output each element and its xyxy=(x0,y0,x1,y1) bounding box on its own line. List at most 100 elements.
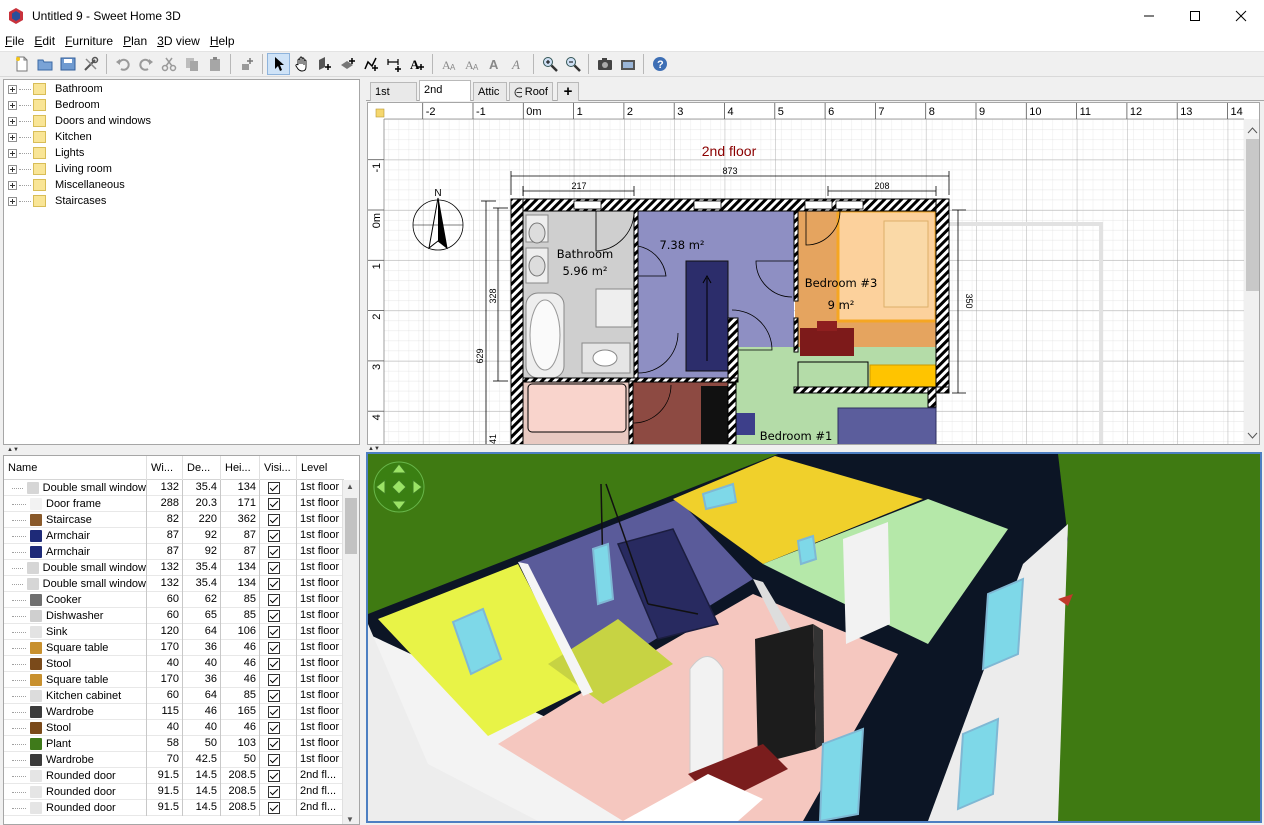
visible-checkbox[interactable] xyxy=(268,738,280,750)
visible-checkbox[interactable] xyxy=(268,658,280,670)
scroll-down-icon[interactable]: ▼ xyxy=(346,815,354,824)
visible-checkbox[interactable] xyxy=(268,674,280,686)
table-row[interactable]: Double small window 132 35.4 134 1st floor xyxy=(4,480,344,496)
table-row[interactable]: Dishwasher 60 65 85 1st floor xyxy=(4,608,344,624)
table-row[interactable]: Kitchen cabinet 60 64 85 1st floor xyxy=(4,688,344,704)
expand-icon[interactable] xyxy=(8,100,17,110)
create-photo-button[interactable] xyxy=(593,53,616,75)
menu-help[interactable]: Help xyxy=(205,31,240,51)
zoom-in-button[interactable] xyxy=(538,53,561,75)
catalog-category-kitchen[interactable]: Kitchen xyxy=(8,129,92,145)
redo-button[interactable] xyxy=(134,53,157,75)
tab-2nd-floor[interactable]: 2nd floor xyxy=(419,80,471,114)
visible-checkbox[interactable] xyxy=(268,722,280,734)
column-header-visible[interactable]: Visi... xyxy=(260,456,297,480)
3d-view-canvas[interactable] xyxy=(368,454,1260,821)
table-row[interactable]: Wardrobe 70 42.5 50 1st floor xyxy=(4,752,344,768)
table-row[interactable]: Rounded door 91.5 14.5 208.5 2nd fl... xyxy=(4,784,344,800)
visible-checkbox[interactable] xyxy=(268,754,280,766)
visible-checkbox[interactable] xyxy=(268,610,280,622)
column-header-width[interactable]: Wi... xyxy=(147,456,183,480)
catalog-category-staircases[interactable]: Staircases xyxy=(8,193,106,209)
table-row[interactable]: Wardrobe 115 46 165 1st floor xyxy=(4,704,344,720)
visible-checkbox[interactable] xyxy=(268,706,280,718)
menu-3d-view[interactable]: 3D view xyxy=(152,31,205,51)
paste-button[interactable] xyxy=(203,53,226,75)
table-row[interactable]: Armchair 87 92 87 1st floor xyxy=(4,544,344,560)
expand-icon[interactable] xyxy=(8,116,17,126)
select-mode-button[interactable] xyxy=(267,53,290,75)
add-text-button[interactable]: A xyxy=(405,53,428,75)
table-row[interactable]: Stool 40 40 46 1st floor xyxy=(4,656,344,672)
copy-button[interactable] xyxy=(180,53,203,75)
visible-checkbox[interactable] xyxy=(268,514,280,526)
undo-button[interactable] xyxy=(111,53,134,75)
menu-plan[interactable]: Plan xyxy=(118,31,152,51)
column-header-height[interactable]: Hei... xyxy=(221,456,260,480)
expand-icon[interactable] xyxy=(8,196,17,206)
catalog-category-doors-and-windows[interactable]: Doors and windows xyxy=(8,113,151,129)
table-row[interactable]: Door frame 288 20.3 171 1st floor xyxy=(4,496,344,512)
scrollbar-thumb[interactable] xyxy=(345,498,357,554)
create-polylines-button[interactable] xyxy=(359,53,382,75)
expand-icon[interactable] xyxy=(8,180,17,190)
table-row[interactable]: Rounded door 91.5 14.5 208.5 2nd fl... xyxy=(4,800,344,816)
visible-checkbox[interactable] xyxy=(268,498,280,510)
catalog-category-miscellaneous[interactable]: Miscellaneous xyxy=(8,177,125,193)
increase-text-size-button[interactable]: AA xyxy=(437,53,460,75)
plan-3d-splitter[interactable]: ▲▼ xyxy=(366,445,1264,452)
visible-checkbox[interactable] xyxy=(268,626,280,638)
create-dimensions-button[interactable] xyxy=(382,53,405,75)
table-row[interactable]: Square table 170 36 46 1st floor xyxy=(4,672,344,688)
column-header-depth[interactable]: De... xyxy=(183,456,221,480)
visible-checkbox[interactable] xyxy=(268,562,280,574)
column-header-name[interactable]: Name xyxy=(4,456,147,480)
plan-scrollbar-thumb[interactable] xyxy=(1246,139,1259,291)
save-button[interactable] xyxy=(56,53,79,75)
new-home-button[interactable] xyxy=(10,53,33,75)
create-walls-button[interactable] xyxy=(313,53,336,75)
cut-button[interactable] xyxy=(157,53,180,75)
plan-view[interactable]: -2 -1 0m 1 2 3 4 5 6 7 8 9 10 11 12 13 14 -1 0m 1 2 3 4 2nd f… xyxy=(367,102,1260,445)
tab-attic[interactable]: Attic xyxy=(473,82,507,101)
table-row[interactable]: Double small window 132 35.4 134 1st floor xyxy=(4,560,344,576)
expand-icon[interactable] xyxy=(8,164,17,174)
visible-checkbox[interactable] xyxy=(268,530,280,542)
visible-checkbox[interactable] xyxy=(268,594,280,606)
table-row[interactable]: Cooker 60 62 85 1st floor xyxy=(4,592,344,608)
catalog-category-lights[interactable]: Lights xyxy=(8,145,84,161)
catalog-category-bedroom[interactable]: Bedroom xyxy=(8,97,100,113)
italic-text-button[interactable]: A xyxy=(506,53,529,75)
close-button[interactable] xyxy=(1218,0,1264,31)
left-pane-splitter[interactable]: ▲▼ xyxy=(3,446,360,454)
3d-navigation-control[interactable] xyxy=(373,461,425,513)
menu-edit[interactable]: Edit xyxy=(29,31,60,51)
table-row[interactable]: Square table 170 36 46 1st floor xyxy=(4,640,344,656)
menu-file[interactable]: File xyxy=(0,31,29,51)
3d-view[interactable] xyxy=(366,452,1262,823)
create-video-button[interactable] xyxy=(616,53,639,75)
table-row[interactable]: Armchair 87 92 87 1st floor xyxy=(4,528,344,544)
maximize-button[interactable] xyxy=(1172,0,1218,31)
help-button[interactable]: ? xyxy=(648,53,671,75)
table-row[interactable]: Double small window 132 35.4 134 1st floor xyxy=(4,576,344,592)
table-row[interactable]: Stool 40 40 46 1st floor xyxy=(4,720,344,736)
visible-checkbox[interactable] xyxy=(268,642,280,654)
tab-1st-floor[interactable]: 1st floor xyxy=(370,82,417,116)
visible-checkbox[interactable] xyxy=(268,786,280,798)
visible-checkbox[interactable] xyxy=(268,802,280,814)
table-row[interactable]: Staircase 82 220 362 1st floor xyxy=(4,512,344,528)
preferences-button[interactable] xyxy=(79,53,102,75)
expand-icon[interactable] xyxy=(8,132,17,142)
catalog-category-bathroom[interactable]: Bathroom xyxy=(8,81,103,97)
pan-mode-button[interactable] xyxy=(290,53,313,75)
furniture-table-scrollbar[interactable]: ▲ ▼ xyxy=(342,480,359,824)
table-row[interactable]: Plant 58 50 103 1st floor xyxy=(4,736,344,752)
open-button[interactable] xyxy=(33,53,56,75)
menu-furniture[interactable]: Furniture xyxy=(60,31,118,51)
create-rooms-button[interactable] xyxy=(336,53,359,75)
minimize-button[interactable] xyxy=(1126,0,1172,31)
column-header-level[interactable]: Level xyxy=(297,456,344,480)
add-level-button[interactable]: + xyxy=(557,82,579,101)
visible-checkbox[interactable] xyxy=(268,690,280,702)
